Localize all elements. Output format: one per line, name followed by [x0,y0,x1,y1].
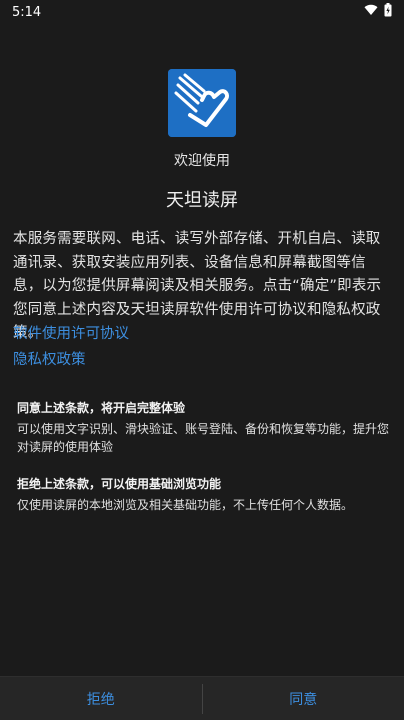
bottom-action-bar: 拒绝 同意 [0,676,404,720]
status-bar: 5:14 [0,0,404,24]
welcome-text: 欢迎使用 [174,153,230,169]
status-icons [364,3,392,21]
reject-option-title: 拒绝上述条款，可以使用基础浏览功能 [17,477,222,491]
reject-option-desc: 仅使用读屏的本地浏览及相关基础功能，不上传任何个人数据。 [17,498,354,512]
app-name: 天坦读屏 [166,190,238,211]
agree-option: 同意上述条款，将开启完整体验 可以使用文字识别、滑块验证、账号登陆、备份和恢复等… [17,399,389,456]
agree-option-desc: 可以使用文字识别、滑块验证、账号登陆、备份和恢复等功能，提升您对读屏的使用体验 [17,422,390,454]
wifi-icon [364,4,378,20]
reject-option: 拒绝上述条款，可以使用基础浏览功能 仅使用读屏的本地浏览及相关基础功能，不上传任… [17,475,389,514]
agree-option-title: 同意上述条款，将开启完整体验 [17,401,186,415]
battery-charging-icon [384,3,392,21]
reject-button[interactable]: 拒绝 [0,677,202,720]
agree-button[interactable]: 同意 [203,677,404,720]
status-time: 5:14 [12,4,42,20]
tiantan-logo-icon [168,69,236,137]
privacy-policy-link[interactable]: 隐私权政策 [13,348,86,369]
app-logo [168,69,236,137]
license-agreement-link[interactable]: 软件使用许可协议 [13,322,129,343]
